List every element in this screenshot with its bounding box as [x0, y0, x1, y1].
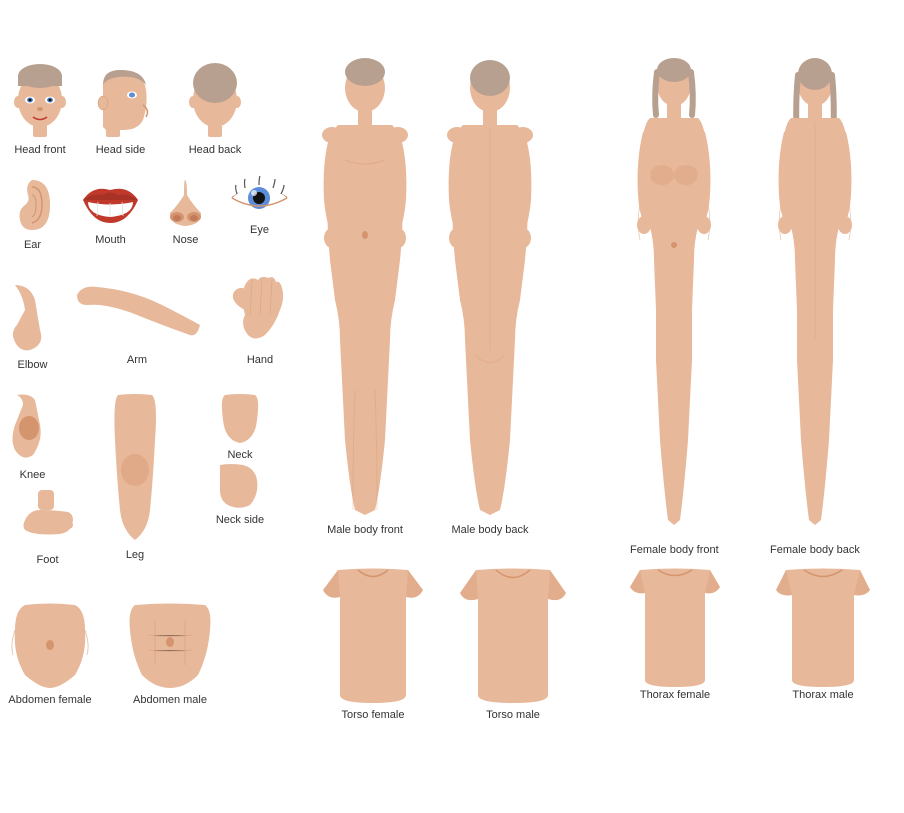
- nose-item: Nose: [163, 175, 208, 246]
- abdomen-male-item: Abdomen male: [120, 600, 220, 706]
- female-body-back-item: Female body back: [770, 60, 860, 556]
- head-back-item: Head back: [185, 65, 245, 156]
- abdomen-female-item: Abdomen female: [5, 600, 95, 706]
- eye-item: Eye: [227, 170, 292, 236]
- neck-item: Neck: [215, 390, 265, 461]
- male-body-back-item: Male body back: [445, 60, 535, 536]
- ear-item: Ear: [10, 175, 55, 251]
- head-side-item: Head side: [88, 65, 153, 156]
- thorax-male-item: Thorax male: [768, 565, 878, 701]
- torso-female-item: Torso female: [318, 565, 428, 721]
- torso-male-item: Torso male: [458, 565, 568, 721]
- knee-item: Knee: [5, 390, 60, 481]
- arm-item: Arm: [72, 275, 202, 366]
- hand-item: Hand: [230, 270, 290, 366]
- main-canvas: Head front Head side: [0, 0, 904, 813]
- elbow-item: Elbow: [5, 280, 60, 371]
- head-front-item: Head front: [10, 65, 70, 156]
- foot-item: Foot: [20, 490, 75, 566]
- mouth-item: Mouth: [78, 175, 143, 246]
- leg-item: Leg: [110, 390, 160, 561]
- thorax-female-item: Thorax female: [620, 565, 730, 701]
- male-body-front-item: Male body front: [320, 60, 410, 536]
- female-body-front-item: Female body front: [630, 60, 719, 556]
- neck-side-item: Neck side: [215, 460, 265, 526]
